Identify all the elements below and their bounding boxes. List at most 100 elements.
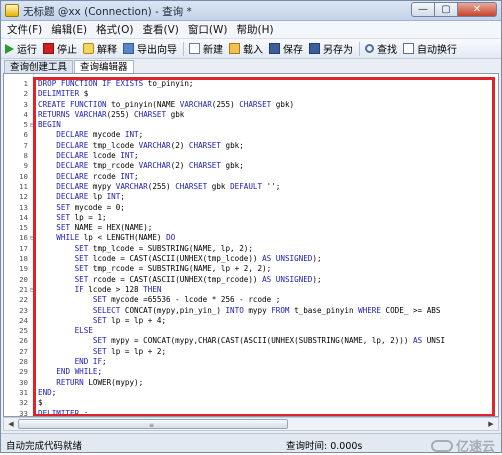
code-line[interactable]: 8 DECLARE lcode INT; <box>4 151 498 161</box>
load-button[interactable]: 载入 <box>229 41 263 56</box>
run-button[interactable]: 运行 <box>5 41 37 56</box>
code-text: SET mycode =65536 - lcode * 256 - rcode … <box>92 295 281 305</box>
code-line[interactable]: 7 DECLARE tmp_lcode VARCHAR(2) CHARSET g… <box>4 141 498 151</box>
line-number: 21 <box>19 284 28 294</box>
fold-toggle-icon[interactable]: ⊟ <box>30 285 35 295</box>
title-bar[interactable]: 无标题 @xx (Connection) - 查询 * — ▢ ✕ <box>1 1 501 21</box>
code-text: RETURNS VARCHAR(255) CHARSET gbk <box>38 109 185 119</box>
line-number: 27 <box>19 346 28 356</box>
code-line[interactable]: 27 SET lp = lp + 2; <box>4 347 498 357</box>
save-label: 保存 <box>283 45 303 56</box>
code-line[interactable]: 23 SELECT CONCAT(mypy,pin_yin_) INTO myp… <box>4 306 498 316</box>
code-line[interactable]: 18 SET lcode = CAST(ASCII(UNHEX(tmp_lcod… <box>4 254 498 264</box>
code-line[interactable]: 12 DECLARE lp INT; <box>4 192 498 202</box>
sql-editor[interactable]: 1 DROP FUNCTION IF EXISTS to_pinyin; 2 DELI… <box>3 73 499 417</box>
code-text: BEGIN <box>38 120 61 130</box>
line-number: 12 <box>19 192 28 202</box>
menu-window[interactable]: 窗口(W) <box>188 22 228 37</box>
code-text: SET rcode = CAST(ASCII(UNHEX(tmp_rcode))… <box>74 274 322 284</box>
code-line[interactable]: 13 SET mycode = 0; <box>4 203 498 213</box>
save-button[interactable]: 保存 <box>269 41 303 56</box>
line-number: 9 <box>23 161 28 171</box>
code-line[interactable]: 11 DECLARE mypy VARCHAR(255) CHARSET gbk… <box>4 182 498 192</box>
code-line[interactable]: 22 SET mycode =65536 - lcode * 256 - rco… <box>4 295 498 305</box>
code-text: SET tmp_lcode = SUBSTRING(NAME, lp, 2); <box>74 243 253 253</box>
tab-query-builder[interactable]: 查询创建工具 <box>4 60 74 73</box>
code-line[interactable]: 5 ⊟ BEGIN <box>4 120 498 130</box>
explain-icon <box>83 43 94 54</box>
stop-label: 停止 <box>57 45 77 56</box>
stop-button[interactable]: 停止 <box>43 41 77 56</box>
line-number: 6 <box>23 130 28 140</box>
code-text: DECLARE lp INT; <box>56 192 125 202</box>
menu-file[interactable]: 文件(F) <box>7 22 42 37</box>
code-line[interactable]: 32 $ <box>4 398 498 408</box>
horizontal-scrollbar[interactable]: ◀ ≡ ▶ <box>3 417 499 431</box>
code-line[interactable]: 17 SET tmp_lcode = SUBSTRING(NAME, lp, 2… <box>4 244 498 254</box>
minimize-button[interactable]: — <box>411 2 435 17</box>
run-icon <box>5 43 14 54</box>
code-line[interactable]: 14 SET lp = 1; <box>4 213 498 223</box>
menu-view[interactable]: 查看(V) <box>143 22 179 37</box>
code-line[interactable]: 20 SET rcode = CAST(ASCII(UNHEX(tmp_rcod… <box>4 275 498 285</box>
close-button[interactable]: ✕ <box>457 2 497 17</box>
explain-button[interactable]: 解释 <box>83 41 117 56</box>
code-text: RETURN LOWER(mypy); <box>56 377 144 387</box>
code-line[interactable]: 29 END WHILE; <box>4 367 498 377</box>
code-line[interactable]: 2 DELIMITER $ <box>4 89 498 99</box>
maximize-button[interactable]: ▢ <box>434 2 458 17</box>
code-line[interactable]: 26 SET mypy = CONCAT(mypy,CHAR(CAST(ASCI… <box>4 336 498 346</box>
fold-toggle-icon[interactable]: ⊟ <box>30 120 35 130</box>
code-line[interactable]: 10 DECLARE rcode INT; <box>4 172 498 182</box>
line-number: 2 <box>23 89 28 99</box>
explain-label: 解释 <box>97 45 117 56</box>
export-wizard-button[interactable]: 导出向导 <box>123 41 177 56</box>
code-line[interactable]: 15 SET NAME = HEX(NAME); <box>4 223 498 233</box>
save-as-icon <box>309 43 320 54</box>
code-line[interactable]: 1 DROP FUNCTION IF EXISTS to_pinyin; <box>4 79 498 89</box>
folder-icon <box>229 43 240 54</box>
code-line[interactable]: 25 ELSE <box>4 326 498 336</box>
menu-edit[interactable]: 编辑(E) <box>51 22 87 37</box>
line-number: 28 <box>19 357 28 367</box>
search-icon <box>365 44 374 53</box>
line-number: 18 <box>19 254 28 264</box>
code-line[interactable]: 24 SET lp = lp + 4; <box>4 316 498 326</box>
line-number: 24 <box>19 315 28 325</box>
code-line[interactable]: 21 ⊟ IF lcode > 128 THEN <box>4 285 498 295</box>
code-line[interactable]: 19 SET tmp_rcode = SUBSTRING(NAME, lp + … <box>4 264 498 274</box>
code-line[interactable]: 31 END; <box>4 388 498 398</box>
cloud-icon <box>430 439 453 452</box>
code-line[interactable]: 9 DECLARE tmp_rcode VARCHAR(2) CHARSET g… <box>4 161 498 171</box>
grip-icon: ≡ <box>149 422 155 429</box>
save-as-button[interactable]: 另存为 <box>309 41 353 56</box>
toolbar-separator <box>183 41 184 56</box>
line-number: 5 <box>23 120 28 130</box>
code-line[interactable]: 30 RETURN LOWER(mypy); <box>4 378 498 388</box>
stop-icon <box>43 43 54 54</box>
scrollbar-thumb[interactable]: ≡ <box>18 419 288 429</box>
line-number: 3 <box>23 99 28 109</box>
code-line[interactable]: 16 ⊟ WHILE lp < LENGTH(NAME) DO <box>4 233 498 243</box>
scroll-right-icon[interactable]: ▶ <box>485 419 497 429</box>
find-button[interactable]: 查找 <box>365 41 397 56</box>
new-button[interactable]: 新建 <box>189 41 223 56</box>
scroll-left-icon[interactable]: ◀ <box>5 419 17 429</box>
code-line[interactable]: 4 RETURNS VARCHAR(255) CHARSET gbk <box>4 110 498 120</box>
code-text: DECLARE lcode INT; <box>56 151 139 161</box>
code-line[interactable]: 6 DECLARE mycode INT; <box>4 130 498 140</box>
word-wrap-icon <box>403 43 414 54</box>
menu-format[interactable]: 格式(O) <box>96 22 133 37</box>
code-area[interactable]: 1 DROP FUNCTION IF EXISTS to_pinyin; 2 DELI… <box>4 79 498 417</box>
code-line[interactable]: 28 END IF; <box>4 357 498 367</box>
fold-toggle-icon[interactable]: ⊟ <box>30 233 35 243</box>
code-text: SET lcode = CAST(ASCII(UNHEX(tmp_lcode))… <box>74 254 322 264</box>
query-time: 查询时间: 0.000s <box>286 441 363 452</box>
code-text: DELIMITER $ <box>38 89 89 99</box>
code-line[interactable]: 33 DELIMITER ; <box>4 409 498 417</box>
code-line[interactable]: 3 CREATE FUNCTION to_pinyin(NAME VARCHAR(… <box>4 100 498 110</box>
line-number: 14 <box>19 212 28 222</box>
menu-help[interactable]: 帮助(H) <box>237 22 274 37</box>
tab-query-editor[interactable]: 查询编辑器 <box>74 60 134 73</box>
word-wrap-button[interactable]: 自动换行 <box>403 41 457 56</box>
